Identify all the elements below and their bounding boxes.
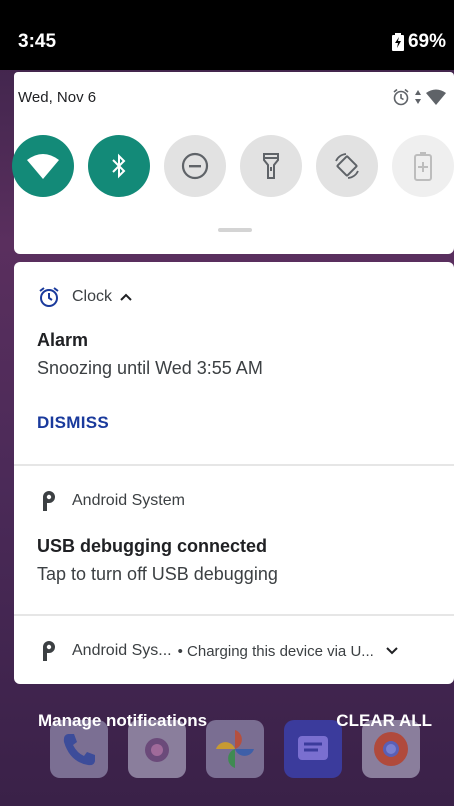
app-name: Android System xyxy=(72,492,185,509)
quick-tiles xyxy=(12,135,454,199)
bluetooth-icon xyxy=(112,153,126,179)
chevron-up-icon[interactable] xyxy=(120,293,132,301)
tile-flashlight[interactable] xyxy=(240,135,302,197)
dismiss-button[interactable]: DISMISS xyxy=(37,413,109,433)
tile-bluetooth[interactable] xyxy=(88,135,150,197)
notification-body: Snoozing until Wed 3:55 AM xyxy=(37,358,263,378)
data-arrows-icon xyxy=(415,90,421,104)
notification-charging[interactable]: Android Sys... • Charging this device vi… xyxy=(14,616,454,684)
wifi-icon xyxy=(27,154,59,179)
do-not-disturb-icon xyxy=(181,152,209,180)
tile-auto-rotate[interactable] xyxy=(316,135,378,197)
qs-status-icons xyxy=(392,88,446,106)
app-name: Clock xyxy=(72,288,113,305)
notification-body: Tap to turn off USB debugging xyxy=(37,564,278,584)
battery-saver-icon xyxy=(414,152,432,181)
android-system-icon xyxy=(43,641,55,661)
drag-handle[interactable] xyxy=(218,228,252,232)
android-system-icon xyxy=(43,491,55,511)
flashlight-icon xyxy=(263,153,279,179)
notification-title: USB debugging connected xyxy=(37,536,268,556)
notification-header: Android System xyxy=(38,490,185,512)
messages-app-icon xyxy=(284,720,342,778)
wifi-status-icon xyxy=(426,89,446,105)
status-time: 3:45 xyxy=(18,31,57,52)
manage-notifications-button[interactable]: Manage notifications xyxy=(38,711,207,731)
notification-header: Clock xyxy=(38,286,132,308)
app-name: Android Sys... xyxy=(72,642,172,659)
chevron-down-icon[interactable] xyxy=(386,647,398,655)
notification-summary: • Charging this device via U... xyxy=(177,642,374,660)
clock-app-icon xyxy=(39,287,59,307)
clear-all-button[interactable]: CLEAR ALL xyxy=(336,711,432,731)
alarm-icon xyxy=(393,88,409,106)
photos-app-icon xyxy=(206,720,264,778)
auto-rotate-icon xyxy=(335,153,359,179)
qs-date[interactable]: Wed, Nov 6 xyxy=(18,89,96,106)
notification-header: Android Sys... • Charging this device vi… xyxy=(38,640,398,662)
battery-charging-icon xyxy=(391,33,404,51)
battery-percentage: 69% xyxy=(407,31,446,52)
notification-clock[interactable]: Clock Alarm Snoozing until Wed 3:55 AM D… xyxy=(14,262,454,464)
notification-usb-debugging[interactable]: Android System USB debugging connected T… xyxy=(14,466,454,614)
tile-do-not-disturb[interactable] xyxy=(164,135,226,197)
notification-title: Alarm xyxy=(37,330,89,350)
status-indicators: 69% xyxy=(391,31,446,53)
quick-settings-panel: Wed, Nov 6 xyxy=(12,72,454,254)
tile-wifi[interactable] xyxy=(12,135,74,197)
status-bar: 3:45 69% xyxy=(0,0,454,70)
tile-battery-saver[interactable] xyxy=(392,135,454,197)
